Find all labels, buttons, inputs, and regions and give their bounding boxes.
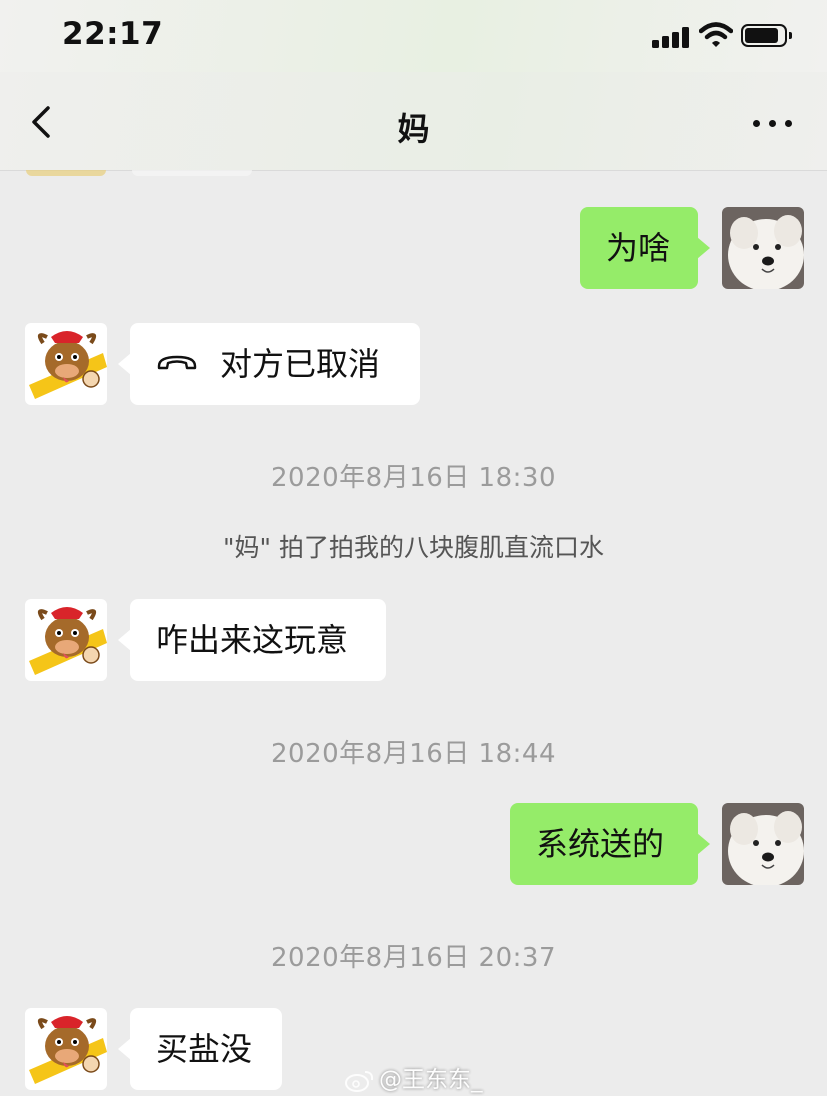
cellular-signal-icon (652, 26, 692, 48)
timestamp: 2020年8月16日 18:30 (271, 463, 556, 493)
message-bubble-incoming[interactable]: 买盐没 (118, 1008, 282, 1090)
message-bubble-outgoing[interactable]: 为啥 (580, 207, 710, 289)
contact-avatar[interactable] (25, 1008, 107, 1090)
message-bubble-incoming[interactable]: 对方已取消 (118, 323, 420, 405)
contact-avatar[interactable] (25, 599, 107, 681)
pat-system-message: "妈" 拍了拍我的八块腹肌直流口水 (223, 533, 604, 562)
message-bubble-outgoing[interactable]: 系统送的 (510, 803, 710, 885)
weibo-watermark: @王东东_ (345, 1060, 483, 1094)
watermark-text: @王东东_ (379, 1067, 483, 1093)
timestamp: 2020年8月16日 18:44 (271, 739, 556, 769)
status-bar: 22:17 (0, 0, 827, 72)
my-avatar[interactable] (722, 803, 804, 885)
phone-hangup-icon (157, 355, 197, 370)
my-avatar[interactable] (722, 207, 804, 289)
previous-avatar-edge (26, 170, 106, 176)
chat-title: 妈 (397, 110, 430, 148)
message-bubble-incoming[interactable]: 咋出来这玩意 (118, 599, 386, 681)
wifi-icon (699, 22, 733, 47)
battery-icon (741, 24, 792, 47)
previous-bubble-edge (132, 170, 252, 176)
weibo-icon (345, 1070, 374, 1092)
call-status-text: 对方已取消 (220, 345, 381, 383)
more-options-button[interactable] (748, 110, 798, 136)
timestamp: 2020年8月16日 20:37 (271, 943, 556, 973)
chat-header: 妈 (0, 72, 827, 171)
status-time: 22:17 (62, 16, 164, 52)
contact-avatar[interactable] (25, 323, 107, 405)
